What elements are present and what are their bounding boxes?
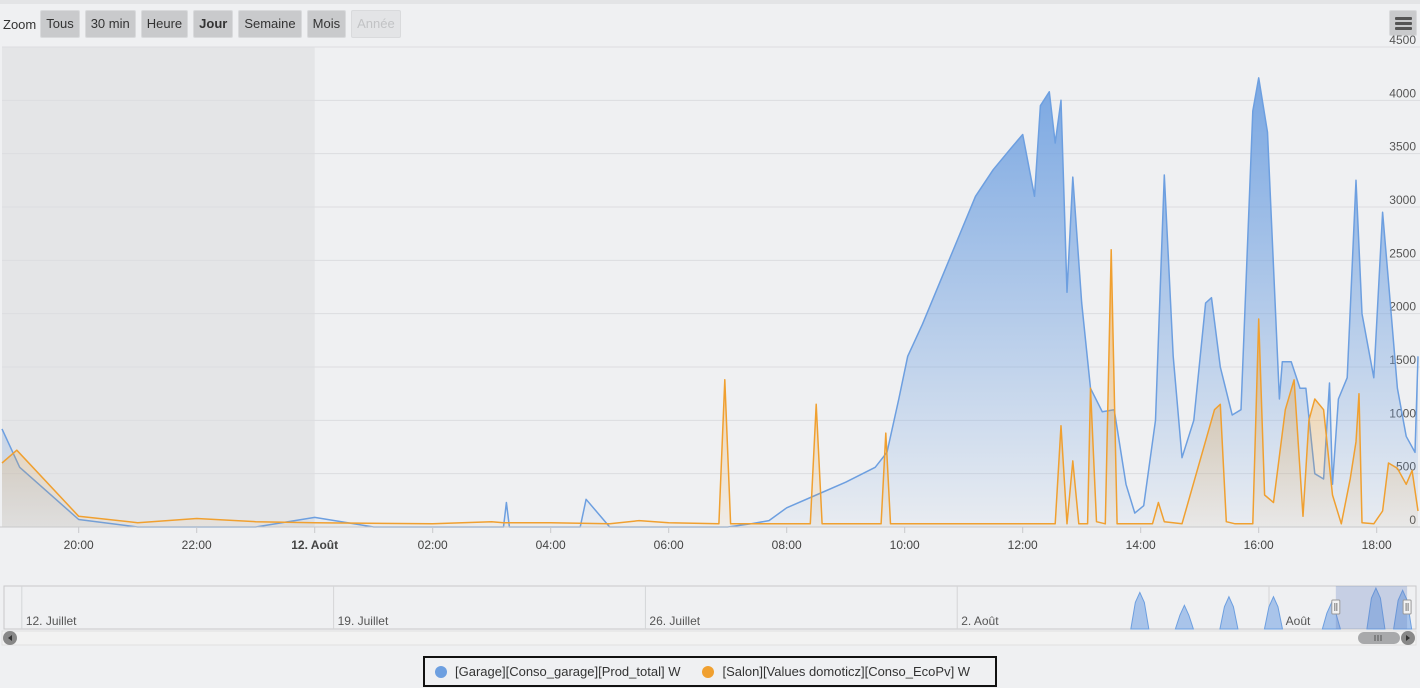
x-tick-label: 18:00	[1362, 538, 1392, 552]
x-axis-labels: 20:00 22:00 12. Août 02:00 04:00 06:00 08:00 10…	[64, 527, 1392, 552]
x-tick-label: 16:00	[1244, 538, 1274, 552]
chart-svg: 050010001500200025003000350040004500 20:…	[0, 33, 1420, 646]
x-tick-label: 04:00	[536, 538, 566, 552]
scrollbar-track	[1, 630, 1417, 646]
y-tick-label: 2500	[1389, 246, 1416, 260]
navigator-frame	[3, 585, 1417, 630]
legend-dot-icon	[435, 665, 447, 678]
x-tick-label: 20:00	[64, 538, 94, 552]
navigator[interactable]: 12. Juillet 19. Juillet 26. Juillet 2. Août…	[1, 585, 1417, 646]
y-tick-label: 2000	[1389, 300, 1416, 314]
legend-label-garage: [Garage][Conso_garage][Prod_total] W	[455, 664, 681, 679]
navigator-selection	[1335, 586, 1408, 629]
x-tick-label: 12. Août	[291, 538, 338, 552]
legend-item-garage[interactable]: [Garage][Conso_garage][Prod_total] W	[435, 664, 680, 679]
y-tick-label: 4000	[1389, 86, 1416, 100]
x-tick-label: 10:00	[890, 538, 920, 552]
navigator-handle-2	[1402, 599, 1412, 615]
legend-item-salon[interactable]: [Salon][Values domoticz][Conso_EcoPv] W	[702, 664, 970, 679]
x-tick-label: 06:00	[654, 538, 684, 552]
navigator-label: 19. Juillet	[338, 614, 389, 628]
x-tick-label: 12:00	[1008, 538, 1038, 552]
legend: [Garage][Conso_garage][Prod_total] W [Sa…	[423, 656, 997, 687]
highlight-band	[2, 47, 315, 527]
navigator-label: 26. Juillet	[649, 614, 700, 628]
x-tick-label: 14:00	[1126, 538, 1156, 552]
y-tick-label: 3000	[1389, 193, 1416, 207]
x-tick-label: 22:00	[182, 538, 212, 552]
navigator-label: 2. Août	[961, 614, 999, 628]
y-tick-label: 4500	[1389, 33, 1416, 47]
y-tick-label: 3500	[1389, 140, 1416, 154]
legend-label-salon: [Salon][Values domoticz][Conso_EcoPv] W	[722, 664, 971, 679]
x-tick-label: 08:00	[772, 538, 802, 552]
scrollbar-thumb	[1358, 632, 1400, 644]
x-tick-label: 02:00	[418, 538, 448, 552]
legend-dot-icon	[702, 665, 715, 678]
navigator-handle-1	[1331, 599, 1341, 615]
navigator-label: 12. Juillet	[26, 614, 77, 628]
